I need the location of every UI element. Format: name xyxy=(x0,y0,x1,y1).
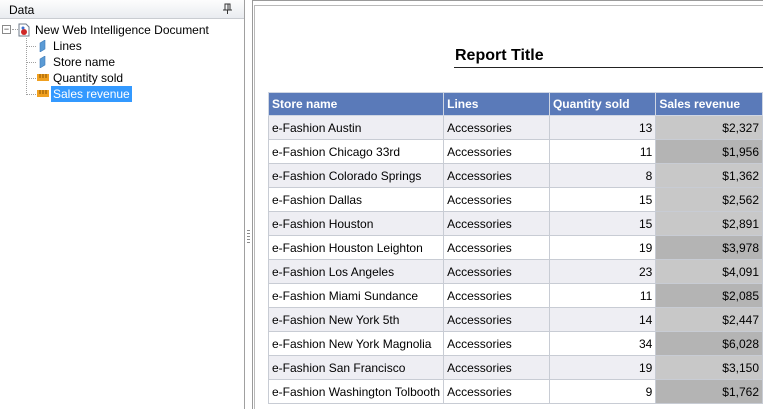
dimension-icon xyxy=(39,56,46,68)
measure-icon xyxy=(37,74,49,81)
table-row[interactable]: e-Fashion New York Magnolia Accessories 34… xyxy=(267,331,763,356)
cell-store-name[interactable]: e-Fashion Washington Tolbooth xyxy=(267,379,445,404)
column-header-quantity-sold[interactable]: Quantity sold xyxy=(548,92,657,116)
document-icon xyxy=(18,23,30,37)
cell-store-name[interactable]: e-Fashion Houston Leighton xyxy=(267,235,445,260)
title-underline xyxy=(454,67,763,68)
column-header-sales-revenue[interactable]: Sales revenue xyxy=(655,92,763,116)
tree-node-label: Lines xyxy=(53,39,82,53)
report-title[interactable]: Report Title xyxy=(455,47,544,65)
report-canvas: Report Title Store name Lines Quantity s… xyxy=(252,0,763,409)
data-tree: − New Web Intelligence Document Lines St… xyxy=(0,21,244,121)
data-panel: Data − New Web Intelligence Document Lin… xyxy=(0,0,245,409)
tree-node-label: Quantity sold xyxy=(53,71,124,85)
collapse-icon[interactable]: − xyxy=(2,25,11,34)
table-header-row: Store name Lines Quantity sold Sales rev… xyxy=(267,92,763,116)
tree-connector xyxy=(26,78,36,79)
cell-sales-revenue[interactable]: $2,327 xyxy=(655,115,763,140)
cell-sales-revenue[interactable]: $2,562 xyxy=(655,187,763,212)
table-row[interactable]: e-Fashion Colorado Springs Accessories 8 $1… xyxy=(267,163,763,188)
cell-store-name[interactable]: e-Fashion New York 5th xyxy=(267,307,445,332)
cell-sales-revenue[interactable]: $1,956 xyxy=(655,139,763,164)
dimension-icon xyxy=(39,40,46,52)
cell-sales-revenue[interactable]: $1,762 xyxy=(655,379,763,404)
table-row[interactable]: e-Fashion Los Angeles Accessories 23 $4,091 xyxy=(267,259,763,284)
cell-quantity-sold[interactable]: 11 xyxy=(548,139,657,164)
cell-sales-revenue[interactable]: $3,150 xyxy=(655,355,763,380)
cell-store-name[interactable]: e-Fashion Dallas xyxy=(267,187,445,212)
measure-icon xyxy=(37,90,49,97)
cell-lines[interactable]: Accessories xyxy=(443,307,550,332)
cell-quantity-sold[interactable]: 11 xyxy=(548,283,657,308)
tree-connector xyxy=(26,62,36,63)
table-row[interactable]: e-Fashion Miami Sundance Accessories 11 $2,… xyxy=(267,283,763,308)
table-row[interactable]: e-Fashion Houston Leighton Accessories 19 $… xyxy=(267,235,763,260)
tree-connector xyxy=(26,46,36,47)
cell-sales-revenue[interactable]: $2,891 xyxy=(655,211,763,236)
cell-lines[interactable]: Accessories xyxy=(443,163,550,188)
cell-lines[interactable]: Accessories xyxy=(443,259,550,284)
cell-sales-revenue[interactable]: $1,362 xyxy=(655,163,763,188)
column-header-store-name[interactable]: Store name xyxy=(267,92,445,116)
tree-node-store-name[interactable]: Store name xyxy=(37,54,217,70)
pin-icon[interactable] xyxy=(222,3,234,15)
cell-store-name[interactable]: e-Fashion Houston xyxy=(267,211,445,236)
cell-sales-revenue[interactable]: $6,028 xyxy=(655,331,763,356)
cell-lines[interactable]: Accessories xyxy=(443,115,550,140)
cell-lines[interactable]: Accessories xyxy=(443,379,550,404)
cell-lines[interactable]: Accessories xyxy=(443,187,550,212)
cell-quantity-sold[interactable]: 15 xyxy=(548,187,657,212)
splitter-handle[interactable] xyxy=(247,230,250,244)
cell-sales-revenue[interactable]: $2,085 xyxy=(655,283,763,308)
column-header-lines[interactable]: Lines xyxy=(443,92,550,116)
cell-quantity-sold[interactable]: 13 xyxy=(548,115,657,140)
cell-quantity-sold[interactable]: 23 xyxy=(548,259,657,284)
cell-sales-revenue[interactable]: $4,091 xyxy=(655,259,763,284)
report-table-body: e-Fashion Austin Accessories 13 $2,327 e-Fas… xyxy=(267,115,763,404)
cell-store-name[interactable]: e-Fashion Chicago 33rd xyxy=(267,139,445,164)
table-row[interactable]: e-Fashion Chicago 33rd Accessories 11 $1,95… xyxy=(267,139,763,164)
data-panel-title: Data xyxy=(9,3,35,17)
cell-lines[interactable]: Accessories xyxy=(443,235,550,260)
report-table[interactable]: Store name Lines Quantity sold Sales rev… xyxy=(267,92,763,404)
cell-store-name[interactable]: e-Fashion New York Magnolia xyxy=(267,331,445,356)
cell-quantity-sold[interactable]: 8 xyxy=(548,163,657,188)
cell-sales-revenue[interactable]: $2,447 xyxy=(655,307,763,332)
data-panel-header: Data xyxy=(0,0,244,19)
table-row[interactable]: e-Fashion New York 5th Accessories 14 $2,44… xyxy=(267,307,763,332)
cell-store-name[interactable]: e-Fashion Miami Sundance xyxy=(267,283,445,308)
tree-node-document[interactable]: New Web Intelligence Document xyxy=(17,22,237,38)
tree-node-lines[interactable]: Lines xyxy=(37,38,217,54)
table-row[interactable]: e-Fashion Dallas Accessories 15 $2,562 xyxy=(267,187,763,212)
cell-lines[interactable]: Accessories xyxy=(443,139,550,164)
tree-node-label: Sales revenue xyxy=(51,86,132,102)
cell-lines[interactable]: Accessories xyxy=(443,211,550,236)
cell-store-name[interactable]: e-Fashion Colorado Springs xyxy=(267,163,445,188)
cell-quantity-sold[interactable]: 19 xyxy=(548,235,657,260)
tree-node-sales-revenue[interactable]: Sales revenue xyxy=(37,86,217,102)
cell-store-name[interactable]: e-Fashion Los Angeles xyxy=(267,259,445,284)
table-row[interactable]: e-Fashion Washington Tolbooth Accessories… xyxy=(267,379,763,404)
tree-node-label: New Web Intelligence Document xyxy=(35,23,209,37)
table-row[interactable]: e-Fashion Austin Accessories 13 $2,327 xyxy=(267,115,763,140)
cell-lines[interactable]: Accessories xyxy=(443,283,550,308)
cell-lines[interactable]: Accessories xyxy=(443,355,550,380)
tree-node-label: Store name xyxy=(53,55,116,69)
cell-quantity-sold[interactable]: 34 xyxy=(548,331,657,356)
tree-node-quantity-sold[interactable]: Quantity sold xyxy=(37,70,217,86)
cell-quantity-sold[interactable]: 14 xyxy=(548,307,657,332)
table-row[interactable]: e-Fashion San Francisco Accessories 19 $3,1… xyxy=(267,355,763,380)
cell-store-name[interactable]: e-Fashion San Francisco xyxy=(267,355,445,380)
cell-quantity-sold[interactable]: 19 xyxy=(548,355,657,380)
cell-quantity-sold[interactable]: 9 xyxy=(548,379,657,404)
cell-sales-revenue[interactable]: $3,978 xyxy=(655,235,763,260)
cell-store-name[interactable]: e-Fashion Austin xyxy=(267,115,445,140)
tree-connector xyxy=(26,94,36,95)
table-row[interactable]: e-Fashion Houston Accessories 15 $2,891 xyxy=(267,211,763,236)
cell-lines[interactable]: Accessories xyxy=(443,331,550,356)
cell-quantity-sold[interactable]: 15 xyxy=(548,211,657,236)
